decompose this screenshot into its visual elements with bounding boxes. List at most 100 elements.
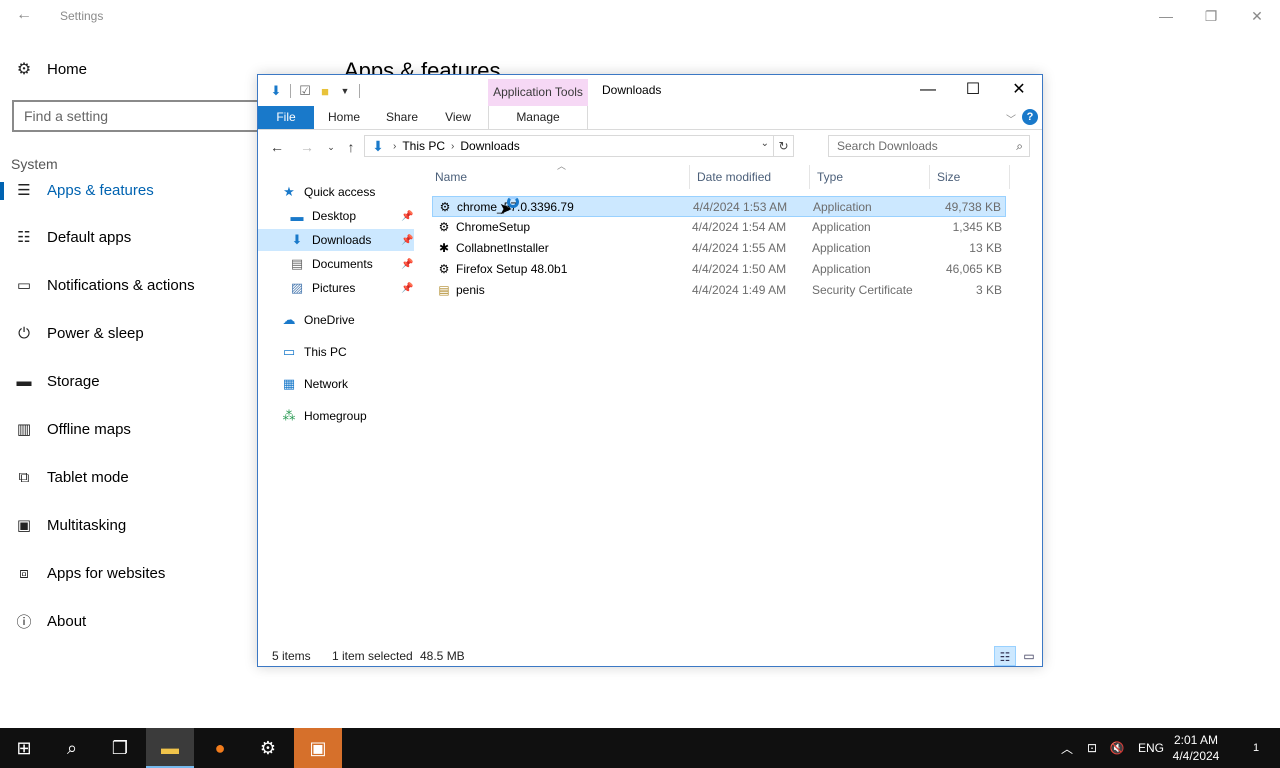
settings-item-power[interactable]: ⏻ Power & sleep: [14, 321, 144, 345]
task-view-icon[interactable]: ❐: [96, 728, 144, 768]
settings-item-notifications[interactable]: ▭ Notifications & actions: [14, 273, 195, 297]
application-icon: ⚙: [439, 200, 451, 214]
nav-quick-access[interactable]: ★ Quick access: [280, 181, 414, 203]
settings-item-tablet-mode[interactable]: ⧉ Tablet mode: [14, 465, 129, 489]
nav-downloads[interactable]: ⬇ Downloads 📌: [258, 229, 414, 251]
close-icon[interactable]: ✕: [1004, 79, 1034, 101]
breadcrumb-downloads[interactable]: Downloads: [460, 139, 519, 153]
search-input[interactable]: [829, 136, 1029, 156]
tab-manage[interactable]: Manage: [488, 106, 588, 129]
table-row[interactable]: ⚙ ChromeSetup 4/4/2024 1:54 AM Applicatio…: [432, 217, 1006, 238]
breadcrumb-arrow-icon[interactable]: ›: [451, 141, 454, 152]
file-type: Application: [813, 200, 872, 214]
chevron-down-icon[interactable]: ⌄: [761, 138, 769, 149]
table-row[interactable]: ▤ penis 4/4/2024 1:49 AM Security Certifi…: [432, 280, 1006, 301]
search-icon[interactable]: ⌕: [48, 728, 96, 768]
nav-documents[interactable]: ▤ Documents 📌: [288, 253, 414, 275]
action-center-icon[interactable]: 1: [1236, 728, 1276, 768]
pin-icon[interactable]: 📌: [401, 283, 413, 294]
chevron-up-icon[interactable]: ︿: [1058, 740, 1076, 757]
windows-start-icon[interactable]: ⊞: [0, 728, 48, 768]
nav-onedrive[interactable]: ☁ OneDrive: [280, 309, 414, 331]
nav-this-pc[interactable]: ▭ This PC: [280, 341, 414, 363]
table-row[interactable]: ⚙ Firefox Setup 48.0b1 4/4/2024 1:50 AM A…: [432, 259, 1006, 280]
column-header-name[interactable]: Name: [428, 165, 690, 189]
notification-count: 1: [1252, 742, 1260, 754]
settings-item-label: Storage: [47, 372, 100, 390]
explorer-titlebar[interactable]: ⬇ ☑ ■ ▼ Application Tools Downloads — ☐ …: [258, 75, 1042, 106]
pin-icon[interactable]: 📌: [401, 259, 413, 270]
minimize-icon[interactable]: —: [1156, 6, 1176, 26]
settings-search[interactable]: [12, 100, 272, 132]
table-row[interactable]: ✱ CollabnetInstaller 4/4/2024 1:55 AM App…: [432, 238, 1006, 259]
breadcrumb-this-pc[interactable]: This PC: [402, 139, 445, 153]
up-arrow-icon[interactable]: ↑: [342, 138, 360, 156]
active-item-indicator: [0, 182, 4, 200]
settings-search-input[interactable]: [14, 102, 270, 130]
pin-icon[interactable]: 📌: [401, 235, 413, 246]
network-icon[interactable]: ⊡: [1080, 741, 1104, 755]
file-type: Application: [812, 241, 871, 255]
settings-item-default-apps[interactable]: ☷ Default apps: [14, 225, 131, 249]
nav-homegroup[interactable]: ⁂ Homegroup: [280, 405, 414, 427]
pin-icon[interactable]: 📌: [401, 211, 413, 222]
qat-separator: [359, 84, 360, 98]
clock[interactable]: 2:01 AM 4/4/2024: [1168, 732, 1224, 764]
nav-label: Homegroup: [304, 409, 367, 423]
nav-desktop[interactable]: ▬ Desktop 📌: [288, 205, 414, 227]
file-explorer-icon[interactable]: ▬: [146, 728, 194, 768]
chevron-down-icon[interactable]: ▼: [335, 82, 355, 100]
details-view-icon[interactable]: ☷: [994, 646, 1016, 666]
search-box[interactable]: ⌕: [828, 135, 1030, 157]
help-icon[interactable]: ?: [1022, 109, 1038, 125]
settings-item-offline-maps[interactable]: ▥ Offline maps: [14, 417, 131, 441]
maximize-icon[interactable]: ☐: [958, 79, 988, 101]
volume-muted-icon[interactable]: 🔇: [1106, 741, 1128, 755]
large-icons-view-icon[interactable]: ▭: [1018, 646, 1040, 666]
firefox-icon[interactable]: ●: [196, 728, 244, 768]
clock-time: 2:01 AM: [1173, 733, 1219, 747]
nav-pictures[interactable]: ▨ Pictures 📌: [288, 277, 414, 299]
column-header-date[interactable]: Date modified: [690, 165, 810, 189]
application-icon: ⚙: [438, 220, 450, 234]
column-header-size[interactable]: Size: [930, 165, 1010, 189]
settings-home-link[interactable]: ⚙ Home: [14, 58, 87, 80]
address-bar[interactable]: ⬇ › This PC › Downloads ⌄ ↻: [364, 135, 794, 157]
search-icon[interactable]: ⌕: [1016, 139, 1023, 154]
computer-icon: ▭: [282, 344, 296, 359]
forward-arrow-icon[interactable]: →: [298, 138, 316, 156]
properties-icon[interactable]: ☑: [295, 82, 315, 100]
minimize-icon[interactable]: —: [913, 79, 943, 101]
column-header-type[interactable]: Type: [810, 165, 930, 189]
file-name: penis: [456, 283, 485, 297]
downloads-icon: ⬇: [372, 137, 384, 154]
installer-app-icon[interactable]: ▣: [294, 728, 342, 768]
nav-network[interactable]: ▦ Network: [280, 373, 414, 395]
settings-item-apps-websites[interactable]: ⧈ Apps for websites: [14, 561, 165, 585]
settings-gear-icon[interactable]: ⚙: [244, 728, 292, 768]
tab-home[interactable]: Home: [322, 106, 366, 129]
close-icon[interactable]: ✕: [1247, 6, 1267, 26]
settings-item-storage[interactable]: ▬ Storage: [14, 369, 100, 393]
breadcrumb-arrow-icon[interactable]: ›: [393, 141, 396, 152]
settings-item-multitasking[interactable]: ▣ Multitasking: [14, 513, 126, 537]
language-indicator[interactable]: ENG: [1138, 741, 1164, 755]
tab-file[interactable]: File: [258, 106, 314, 129]
system-tray: ︿ ⊡ 🔇 ENG: [1058, 728, 1164, 768]
restore-icon[interactable]: ❐: [1201, 6, 1221, 26]
new-folder-icon[interactable]: ■: [315, 82, 335, 100]
refresh-icon[interactable]: ↻: [773, 136, 793, 156]
tab-view[interactable]: View: [438, 106, 478, 129]
chevron-down-icon[interactable]: ⌄: [322, 138, 340, 156]
file-type: Application: [812, 220, 871, 234]
desktop-icon: ▬: [290, 208, 304, 224]
tab-share[interactable]: Share: [380, 106, 424, 129]
back-arrow-icon[interactable]: ←: [268, 138, 286, 156]
chevron-down-icon[interactable]: ﹀: [1006, 111, 1016, 126]
settings-item-label: About: [47, 612, 87, 630]
file-list: ︿ Name Date modified Type Size ⚙ chrome_5…: [428, 161, 1038, 635]
settings-item-apps-features[interactable]: ☰ Apps & features: [14, 178, 153, 202]
qat-separator: [290, 84, 291, 98]
settings-item-about[interactable]: ⓘ About: [14, 609, 86, 633]
back-arrow-icon[interactable]: ←: [14, 6, 34, 26]
